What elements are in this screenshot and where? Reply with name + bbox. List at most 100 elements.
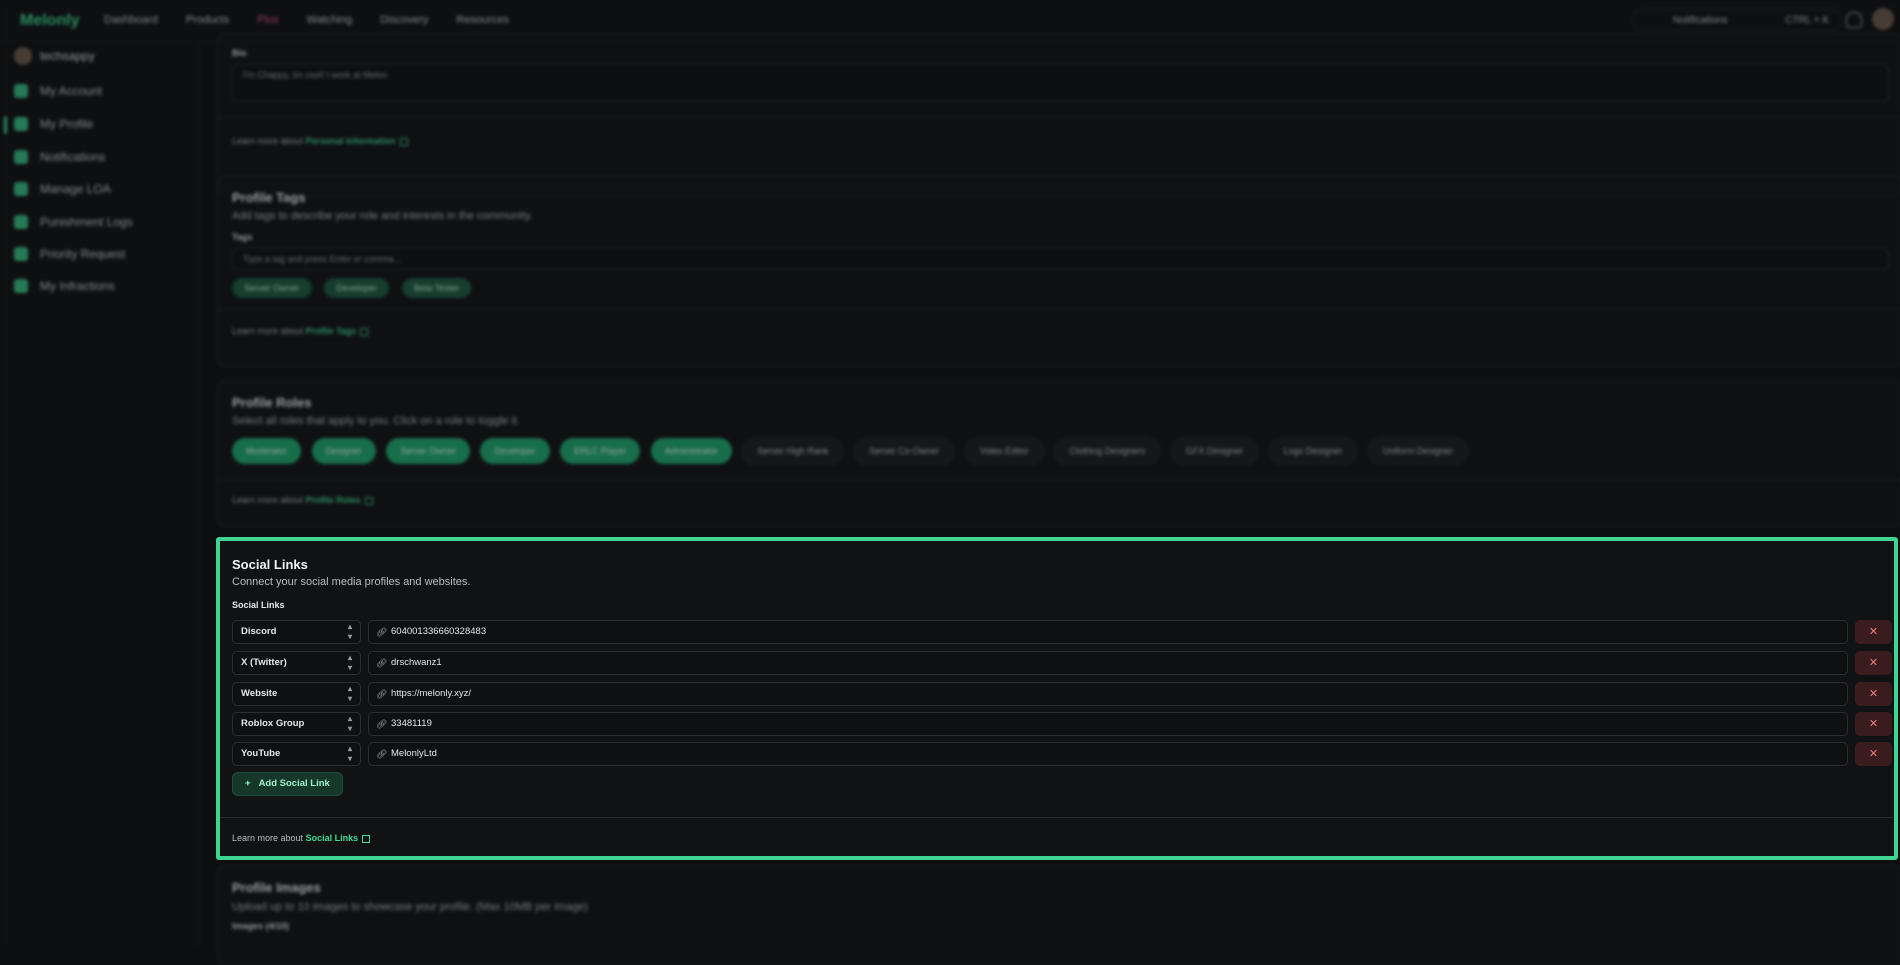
role-list: Moderator Designer Server Owner Develope… [232, 437, 1475, 465]
chevron-updown-icon: ▴ ▾ [347, 714, 352, 733]
profile-images-card: Profile Images Upload up to 10 images to… [217, 865, 1900, 965]
link-value: 33481119 [391, 718, 432, 729]
car-icon [14, 247, 28, 261]
link-value: 604001336660328483 [391, 626, 487, 637]
role-toggle[interactable]: Developer [480, 438, 550, 464]
chevron-updown-icon: ▴ ▾ [347, 744, 352, 763]
app-logo[interactable]: Melonly [20, 12, 80, 30]
bell-icon[interactable] [1846, 12, 1862, 28]
hammer-icon [14, 215, 28, 229]
platform-select[interactable]: Roblox Group ▴ ▾ [232, 712, 361, 736]
add-social-link-button[interactable]: + Add Social Link [232, 772, 343, 796]
tag-input[interactable]: Type a tag and press Enter or comma... [232, 248, 1889, 270]
platform-select[interactable]: X (Twitter) ▴ ▾ [232, 651, 361, 675]
link-input[interactable]: 🔗︎ 33481119 [368, 712, 1848, 736]
nav-dashboard[interactable]: Dashboard [104, 14, 158, 26]
chevron-updown-icon: ▴ ▾ [347, 622, 352, 641]
divider [218, 117, 1900, 118]
link-input[interactable]: 🔗︎ 604001336660328483 [368, 620, 1848, 644]
bio-label: Bio [232, 48, 247, 58]
role-toggle[interactable]: GFX Designer [1170, 437, 1258, 465]
sidebar-item-label: My Account [40, 84, 103, 98]
nav-plus[interactable]: Plus [257, 14, 278, 26]
role-toggle[interactable]: Designer [311, 438, 376, 464]
divider [218, 309, 1900, 310]
link-input[interactable]: 🔗︎ MelonlyLtd [368, 742, 1848, 766]
learn-more-roles: Learn more about Profile Roles [232, 495, 373, 505]
remove-link-button[interactable]: ✕ [1855, 712, 1892, 736]
tag-chip[interactable]: Beta Tester [401, 278, 472, 298]
platform-value: Discord [241, 626, 277, 637]
bio-textarea[interactable]: I'm Chappy, Im cool! I work at Melon [232, 64, 1889, 102]
sidebar-item-label: Punishment Logs [40, 215, 133, 229]
role-toggle[interactable]: ERLC Player [560, 438, 641, 464]
sidebar-item-manage-loa[interactable]: Manage LOA [14, 182, 111, 196]
profile-roles-link[interactable]: Profile Roles [306, 495, 361, 505]
sidebar-item-my-infractions[interactable]: My Infractions [14, 279, 115, 293]
link-input[interactable]: 🔗︎ drschwanz1 [368, 651, 1848, 675]
platform-value: Roblox Group [241, 718, 305, 729]
social-links-card: Social Links Connect your social media p… [216, 537, 1898, 860]
link-icon: 🔗︎ [376, 658, 388, 668]
tags-label: Tags [232, 232, 253, 242]
nav-resources[interactable]: Resources [456, 14, 509, 26]
role-toggle[interactable]: Server High Rank [742, 437, 844, 465]
bell-icon [14, 150, 28, 164]
learn-more-personal: Learn more about Personal Information [232, 136, 408, 146]
profile-roles-description: Select all roles that apply to you. Clic… [232, 415, 520, 427]
link-input[interactable]: 🔗︎ https://melonly.xyz/ [368, 682, 1848, 706]
platform-select[interactable]: YouTube ▴ ▾ [232, 742, 361, 766]
profile-tags-description: Add tags to describe your role and inter… [232, 210, 533, 222]
remove-link-button[interactable]: ✕ [1855, 682, 1892, 706]
tag-list: Server Owner Developer Beta Tester [232, 278, 480, 298]
social-links-link[interactable]: Social Links [306, 833, 359, 843]
add-social-link-label: Add Social Link [258, 778, 330, 789]
personal-info-link[interactable]: Personal Information [306, 136, 396, 146]
tag-chip[interactable]: Server Owner [232, 278, 312, 298]
chevron-updown-icon: ▴ ▾ [347, 684, 352, 703]
role-toggle[interactable]: Logo Designer [1268, 437, 1358, 465]
external-link-icon [399, 137, 408, 146]
sidebar-user[interactable]: techsappy [14, 47, 95, 65]
link-icon: 🔗︎ [376, 749, 388, 759]
top-nav-menu: Dashboard Products Plus Watching Discove… [104, 14, 509, 26]
avatar[interactable] [1872, 8, 1894, 30]
divider [218, 479, 1900, 480]
sidebar-item-label: My Infractions [40, 279, 115, 293]
platform-select[interactable]: Discord ▴ ▾ [232, 620, 361, 644]
profile-roles-card: Profile Roles Select all roles that appl… [217, 380, 1900, 527]
role-toggle[interactable]: Administrator [650, 438, 732, 464]
sidebar-item-punishment-logs[interactable]: Punishment Logs [14, 215, 133, 229]
social-link-row: YouTube ▴ ▾ 🔗︎ MelonlyLtd ✕ [232, 742, 1892, 766]
nav-watching[interactable]: Watching [307, 14, 352, 26]
role-toggle[interactable]: Clothing Designers [1054, 437, 1161, 465]
link-value: https://melonly.xyz/ [391, 688, 472, 699]
role-toggle[interactable]: Moderator [232, 438, 302, 464]
sidebar-item-my-account[interactable]: My Account [14, 84, 102, 98]
sidebar-item-notifications[interactable]: Notifications [14, 150, 105, 164]
images-count-label: Images (4/10) [232, 921, 290, 931]
role-toggle[interactable]: Video Editor [964, 437, 1044, 465]
link-icon: 🔗︎ [376, 627, 388, 637]
active-indicator [4, 116, 7, 134]
chevron-updown-icon: ▴ ▾ [347, 653, 352, 672]
plus-icon: + [245, 778, 251, 789]
remove-link-button[interactable]: ✕ [1855, 651, 1892, 675]
search-bar[interactable]: Notifications CTRL + K [1632, 9, 1842, 31]
remove-link-button[interactable]: ✕ [1855, 620, 1892, 644]
sidebar-item-priority-request[interactable]: Priority Request [14, 247, 125, 261]
role-toggle[interactable]: Server Owner [386, 438, 470, 464]
platform-select[interactable]: Website ▴ ▾ [232, 682, 361, 706]
learn-prefix: Learn more about [232, 136, 304, 146]
nav-discovery[interactable]: Discovery [380, 14, 428, 26]
remove-link-button[interactable]: ✕ [1855, 742, 1892, 766]
role-toggle[interactable]: Uniform Designer [1367, 437, 1468, 465]
profile-tags-link[interactable]: Profile Tags [306, 326, 357, 336]
tag-input-placeholder: Type a tag and press Enter or comma... [243, 254, 402, 264]
learn-more-social: Learn more about Social Links [232, 833, 371, 843]
nav-products[interactable]: Products [186, 14, 229, 26]
role-toggle[interactable]: Server Co-Owner [854, 437, 955, 465]
sidebar-item-my-profile[interactable]: My Profile [14, 117, 93, 131]
tag-chip[interactable]: Developer [324, 278, 390, 298]
profile-images-description: Upload up to 10 images to showcase your … [232, 901, 588, 913]
